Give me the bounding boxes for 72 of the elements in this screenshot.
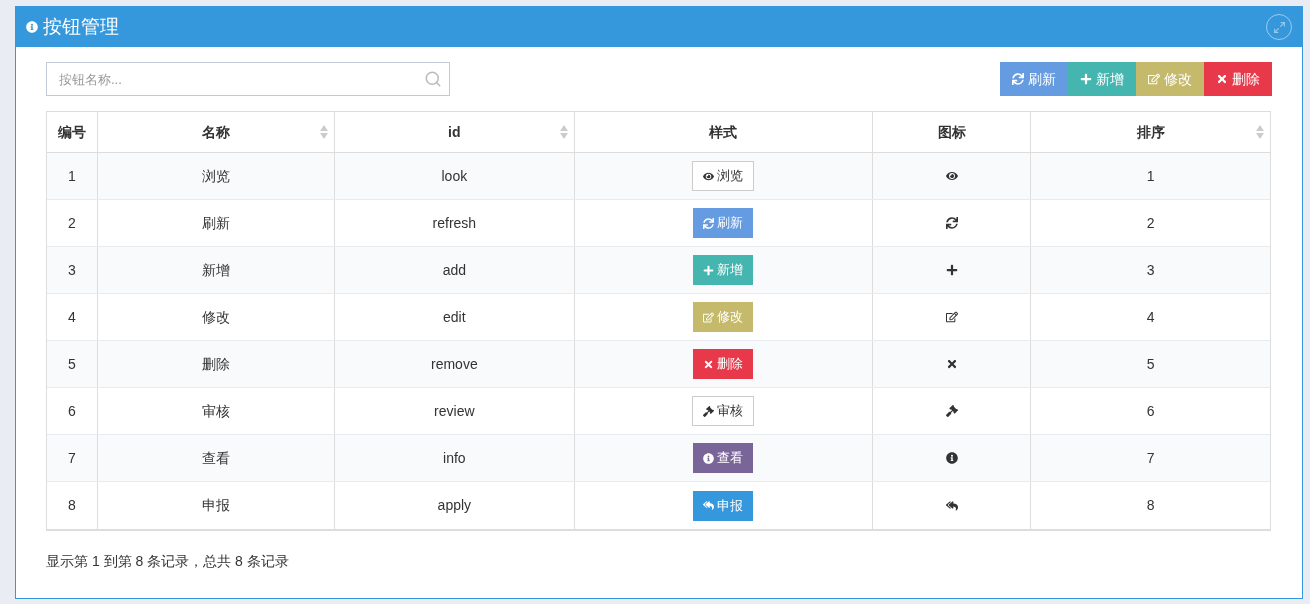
table-cell-text: look (441, 166, 468, 186)
refresh-icon (703, 217, 715, 229)
toolbar-button[interactable]: 刷新 (1000, 62, 1068, 96)
style-button[interactable]: 删除 (693, 349, 754, 379)
gavel-icon (703, 405, 715, 417)
close-icon (945, 358, 958, 370)
table-cell-text: edit (443, 307, 466, 327)
gavel-icon (945, 405, 958, 417)
table-cell-text: refresh (432, 213, 477, 233)
table-cell-text: 6 (68, 401, 76, 421)
table-cell-text: 修改 (201, 307, 230, 327)
expand-icon (1272, 20, 1286, 34)
column-header[interactable]: 图标 (872, 112, 1032, 152)
table-cell-text: 6 (1146, 401, 1155, 421)
table-cell-text: 5 (68, 354, 76, 374)
edit-icon (703, 311, 715, 323)
table-cell-text: 删除 (201, 354, 230, 374)
table-cell-text: apply (437, 496, 472, 515)
edit-icon (945, 311, 958, 323)
table-cell-text: 4 (1146, 307, 1155, 327)
info-icon (945, 452, 958, 464)
table-cell-text: 5 (1146, 354, 1155, 374)
style-button[interactable]: 申报 (693, 490, 754, 521)
table-cell-text: 8 (1146, 496, 1155, 515)
table-cell-text: 浏览 (201, 166, 230, 186)
column-header[interactable]: id (334, 112, 576, 152)
table-cell-text: 查看 (201, 448, 230, 468)
table-cell-text: 3 (68, 260, 76, 280)
table-cell-text: 1 (68, 166, 76, 186)
table-cell-text: 7 (68, 448, 76, 468)
info-icon (703, 452, 715, 464)
plus-icon (703, 264, 715, 276)
panel-title: 按钮管理 (43, 14, 119, 39)
table-cell-text: 4 (68, 307, 76, 327)
eye-icon (945, 170, 958, 182)
reply-all-icon (945, 499, 958, 512)
table-cell-text: add (442, 260, 466, 280)
table-cell-text: 审核 (201, 401, 230, 421)
column-header[interactable]: 排序 (1031, 112, 1270, 152)
close-icon (703, 358, 715, 370)
table-cell-text: 1 (1146, 166, 1155, 186)
toolbar-button[interactable]: 删除 (1204, 62, 1272, 96)
plus-icon (1080, 73, 1092, 85)
eye-icon (703, 170, 715, 182)
table-cell-text: 8 (68, 496, 76, 515)
plus-icon (945, 264, 958, 276)
table-cell-text: remove (431, 354, 478, 374)
edit-icon (1148, 73, 1160, 85)
table-cell-text: 3 (1146, 260, 1155, 280)
table-cell-text: 新增 (201, 260, 230, 280)
close-icon (1216, 73, 1228, 85)
record-summary: 显示第 1 到第 8 条记录，总共 8 条记录 (46, 553, 289, 569)
table-cell-text: 2 (1146, 213, 1155, 233)
style-button[interactable]: 查看 (693, 443, 754, 473)
table-cell-text: info (443, 448, 466, 468)
reply-all-icon (703, 500, 715, 511)
search-field[interactable]: 按钮名称... (46, 62, 450, 96)
style-button[interactable]: 浏览 (692, 161, 755, 191)
info-icon (26, 21, 38, 33)
table-cell-text: review (434, 401, 475, 421)
table-cell-text: 2 (68, 213, 76, 233)
column-header[interactable]: 编号 (47, 112, 98, 152)
refresh-icon (945, 217, 958, 229)
column-header[interactable]: 样式 (575, 112, 873, 152)
refresh-icon (1012, 73, 1024, 85)
search-icon (424, 70, 442, 88)
table-cell-text: 刷新 (201, 213, 230, 233)
style-button[interactable]: 刷新 (693, 208, 754, 238)
column-header[interactable]: 名称 (97, 112, 335, 152)
table-cell-text: 7 (1146, 448, 1155, 468)
table-cell-text: 申报 (201, 496, 230, 515)
style-button[interactable]: 审核 (692, 396, 755, 426)
